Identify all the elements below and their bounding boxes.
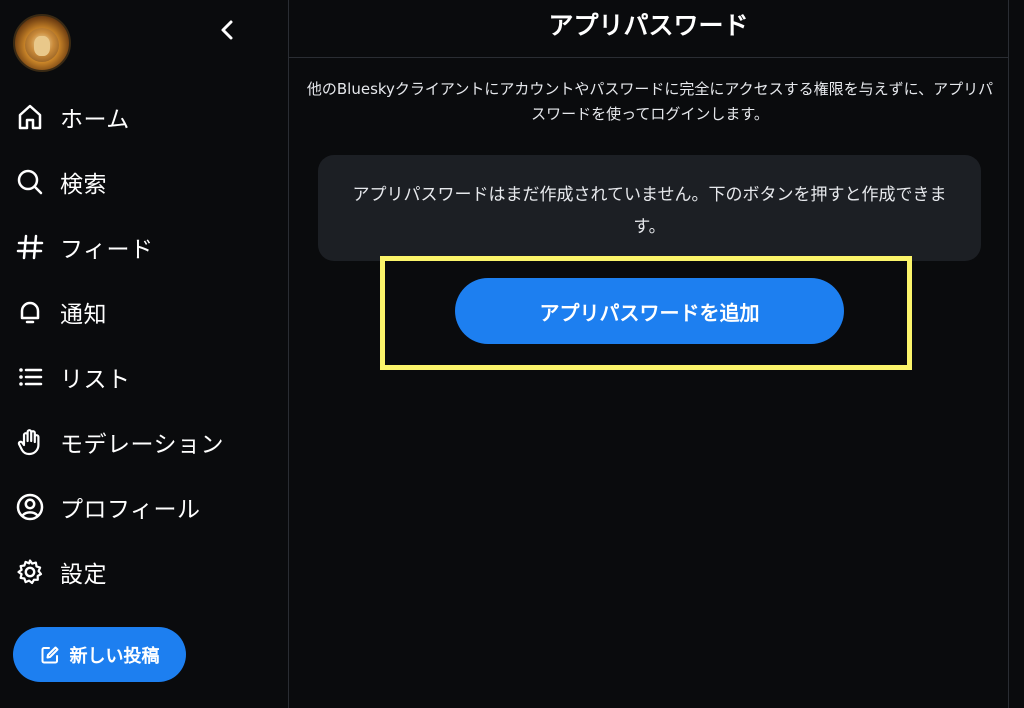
add-app-password-button[interactable]: アプリパスワードを追加 bbox=[455, 278, 844, 344]
avatar-face bbox=[34, 36, 50, 56]
gear-icon bbox=[14, 556, 46, 588]
hash-icon bbox=[14, 231, 46, 263]
new-post-label: 新しい投稿 bbox=[69, 645, 160, 667]
bell-icon bbox=[14, 296, 46, 328]
hand-icon bbox=[14, 426, 46, 458]
app-password-description: 他のBlueskyクライアントにアカウントやパスワードに完全にアクセスする権限を… bbox=[306, 80, 994, 123]
empty-state-card: アプリパスワードはまだ作成されていません。下のボタンを押すと作成できます。 bbox=[318, 155, 981, 261]
avatar[interactable] bbox=[13, 14, 71, 72]
home-icon bbox=[14, 101, 46, 133]
sidebar-item-label: リスト bbox=[60, 366, 131, 393]
sidebar-item-lists[interactable]: リスト bbox=[14, 344, 264, 409]
sidebar-nav: ホーム 検索 フィード 通知 リスト モデレーション プロフィール 設定 bbox=[14, 84, 264, 604]
header-divider bbox=[289, 57, 1008, 58]
user-circle-icon bbox=[14, 491, 46, 523]
sidebar-item-label: モデレーション bbox=[60, 431, 225, 458]
add-app-password-label: アプリパスワードを追加 bbox=[539, 300, 760, 325]
sidebar-item-moderation[interactable]: モデレーション bbox=[14, 409, 264, 474]
page-title: アプリパスワード bbox=[548, 11, 749, 40]
sidebar-item-label: プロフィール bbox=[60, 496, 201, 523]
column-divider-right bbox=[1008, 0, 1009, 708]
sidebar-item-home[interactable]: ホーム bbox=[14, 84, 264, 149]
sidebar-item-label: 設定 bbox=[60, 561, 107, 588]
sidebar-item-feeds[interactable]: フィード bbox=[14, 214, 264, 279]
sidebar-item-label: 検索 bbox=[60, 171, 107, 198]
sidebar-item-profile[interactable]: プロフィール bbox=[14, 474, 264, 539]
new-post-button[interactable]: 新しい投稿 bbox=[13, 627, 186, 682]
compose-icon bbox=[41, 646, 58, 663]
chevron-left-icon bbox=[221, 20, 233, 40]
sidebar-item-label: 通知 bbox=[60, 301, 107, 328]
sidebar-item-settings[interactable]: 設定 bbox=[14, 539, 264, 604]
app-root: ホーム 検索 フィード 通知 リスト モデレーション プロフィール 設定 新しい… bbox=[0, 0, 1024, 708]
sidebar-item-search[interactable]: 検索 bbox=[14, 149, 264, 214]
sidebar-item-label: ホーム bbox=[60, 106, 130, 133]
column-divider-left bbox=[288, 0, 289, 708]
empty-state-message: アプリパスワードはまだ作成されていません。下のボタンを押すと作成できます。 bbox=[352, 185, 947, 237]
sidebar-item-notifications[interactable]: 通知 bbox=[14, 279, 264, 344]
collapse-sidebar-button[interactable] bbox=[214, 16, 242, 44]
sidebar: ホーム 検索 フィード 通知 リスト モデレーション プロフィール 設定 新しい… bbox=[0, 0, 288, 708]
sidebar-item-label: フィード bbox=[60, 236, 154, 263]
list-icon bbox=[14, 361, 46, 393]
search-icon bbox=[14, 166, 46, 198]
